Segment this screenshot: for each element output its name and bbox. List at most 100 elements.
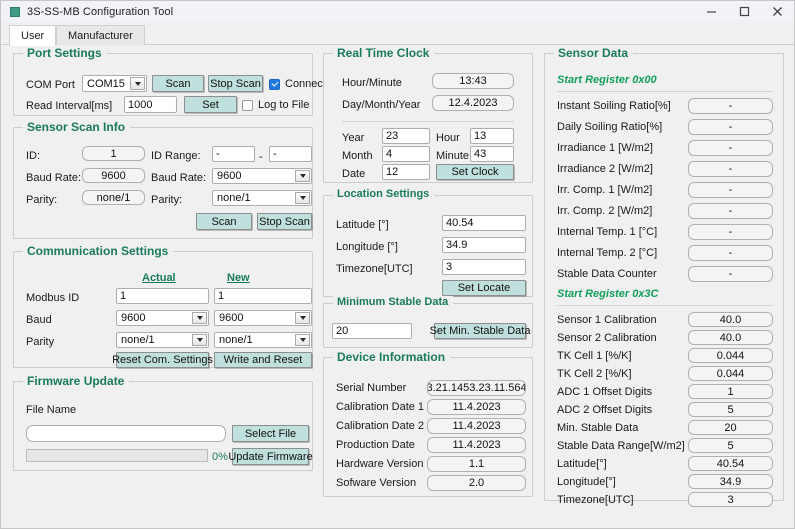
row-value: - (688, 245, 773, 261)
real-time-clock-title: Real Time Clock (333, 46, 435, 60)
scan-parity-select[interactable]: none/1 (212, 190, 312, 206)
row-label: Serial Number (336, 382, 407, 394)
baud-actual-select[interactable]: 9600 (116, 310, 209, 326)
scan-parity-select-value: none/1 (217, 192, 251, 204)
hour-minute-label: Hour/Minute (342, 77, 402, 89)
timezone-input[interactable]: 3 (442, 259, 526, 275)
parity-actual-value: none/1 (121, 334, 155, 346)
firmware-progress-percent: 0% (212, 451, 228, 463)
id-range-to-input[interactable]: - (269, 146, 312, 162)
row-value: - (688, 119, 773, 135)
sensor-scan-button[interactable]: Scan (196, 213, 252, 230)
year-label: Year (342, 132, 365, 144)
chevron-down-icon[interactable] (295, 312, 310, 324)
modbus-id-actual-input[interactable]: 1 (116, 288, 209, 304)
com-port-select[interactable]: COM15 (82, 75, 147, 92)
row-label: Stable Data Range[W/m2] (557, 440, 685, 452)
port-stop-scan-button[interactable]: Stop Scan (208, 75, 263, 92)
port-scan-button[interactable]: Scan (152, 75, 204, 92)
id-range-from-input[interactable]: - (212, 146, 255, 162)
minimize-icon[interactable] (695, 1, 728, 22)
sensor-stop-scan-button[interactable]: Stop Scan (257, 213, 312, 230)
year-input[interactable]: 23 (382, 128, 430, 144)
sensor-data-section-1-header: Start Register 0x00 (557, 74, 657, 86)
group-real-time-clock: Real Time Clock Hour/Minute 13:43 Day/Mo… (323, 46, 533, 183)
close-icon[interactable] (761, 1, 794, 22)
chevron-down-icon[interactable] (295, 334, 310, 346)
chevron-down-icon[interactable] (130, 77, 145, 90)
longitude-value: 34.9 (446, 239, 468, 251)
hour-input[interactable]: 13 (470, 128, 514, 144)
update-firmware-button[interactable]: Update Firmware (228, 448, 313, 465)
scan-id-value: 1 (82, 146, 145, 161)
log-to-file-checkbox[interactable]: Log to File (242, 99, 309, 111)
read-interval-input[interactable]: 1000 (124, 96, 177, 113)
window-title: 3S-SS-MB Configuration Tool (27, 5, 174, 18)
row-label: Sofware Version (336, 477, 417, 489)
file-name-input[interactable] (26, 425, 226, 442)
row-value: 23.21.1453.23.11.5642 (427, 380, 526, 396)
chevron-down-icon[interactable] (192, 312, 207, 324)
group-location-settings: Location Settings Latitude [°] 40.54 Lon… (323, 188, 533, 297)
minute-input[interactable]: 43 (470, 146, 514, 162)
reset-com-settings-button[interactable]: Reset Com. Settings (112, 352, 213, 368)
select-file-button[interactable]: Select File (232, 425, 309, 442)
latitude-input[interactable]: 40.54 (442, 215, 526, 231)
tab-manufacturer[interactable]: Manufacturer (56, 25, 145, 45)
write-and-reset-label: Write and Reset (223, 354, 303, 366)
app-icon (10, 6, 20, 17)
row-value: 40.54 (688, 456, 773, 471)
row-value: 5 (688, 438, 773, 453)
row-label: Production Date (336, 439, 415, 451)
row-label: TK Cell 2 [%/K] (557, 368, 632, 380)
baud-new-value: 9600 (219, 312, 244, 324)
application-window: 3S-SS-MB Configuration Tool User Manufac… (0, 0, 795, 529)
date-label: Date (342, 168, 366, 180)
row-label: Sensor 2 Calibration (557, 332, 657, 344)
scan-baud-rate-select[interactable]: 9600 (212, 168, 312, 184)
column-header-actual: Actual (142, 272, 176, 284)
latitude-value: 40.54 (446, 217, 474, 229)
update-firmware-label: Update Firmware (228, 450, 313, 463)
chevron-down-icon[interactable] (295, 170, 310, 182)
longitude-input[interactable]: 34.9 (442, 237, 526, 253)
set-min-stable-data-button[interactable]: Set Min. Stable Data (430, 323, 530, 339)
connect-checkbox[interactable]: Connect (269, 78, 326, 90)
set-clock-button[interactable]: Set Clock (436, 164, 514, 180)
min-stable-data-input[interactable]: 20 (332, 323, 412, 339)
minute-label: Minute (436, 150, 470, 162)
row-value: 40.0 (688, 312, 773, 327)
hour-minute-value: 13:43 (432, 73, 514, 89)
com-port-value: COM15 (87, 77, 125, 90)
row-value: 1 (688, 384, 773, 399)
month-input[interactable]: 4 (382, 146, 430, 162)
parity-new-select[interactable]: none/1 (214, 332, 312, 348)
row-value: 0.044 (688, 348, 773, 363)
tab-user[interactable]: User (9, 25, 57, 46)
row-label: Hardware Version (336, 458, 424, 470)
row-label: Latitude[°] (557, 458, 607, 470)
date-input[interactable]: 12 (382, 164, 430, 180)
device-information-title: Device Information (333, 350, 451, 364)
divider (557, 305, 773, 306)
maximize-icon[interactable] (728, 1, 761, 22)
minute-value: 43 (474, 148, 487, 160)
baud-new-select[interactable]: 9600 (214, 310, 312, 326)
row-value: 5 (688, 402, 773, 417)
latitude-label: Latitude [°] (336, 219, 389, 231)
title-bar: 3S-SS-MB Configuration Tool (1, 1, 794, 23)
row-label: TK Cell 1 [%/K] (557, 350, 632, 362)
row-label: ADC 2 Offset Digits (557, 404, 653, 416)
row-value: 20 (688, 420, 773, 435)
set-read-interval-button[interactable]: Set (184, 96, 237, 113)
write-and-reset-button[interactable]: Write and Reset (214, 352, 312, 368)
row-value: - (688, 98, 773, 114)
chevron-down-icon[interactable] (192, 334, 207, 346)
checkbox-box (269, 78, 280, 90)
scan-baud-rate-label: Baud Rate: (26, 172, 82, 184)
set-locate-button[interactable]: Set Locate (442, 280, 526, 296)
parity-actual-select[interactable]: none/1 (116, 332, 209, 348)
chevron-down-icon[interactable] (295, 192, 310, 204)
modbus-id-new-input[interactable]: 1 (214, 288, 312, 304)
day-month-year-value: 12.4.2023 (432, 95, 514, 111)
